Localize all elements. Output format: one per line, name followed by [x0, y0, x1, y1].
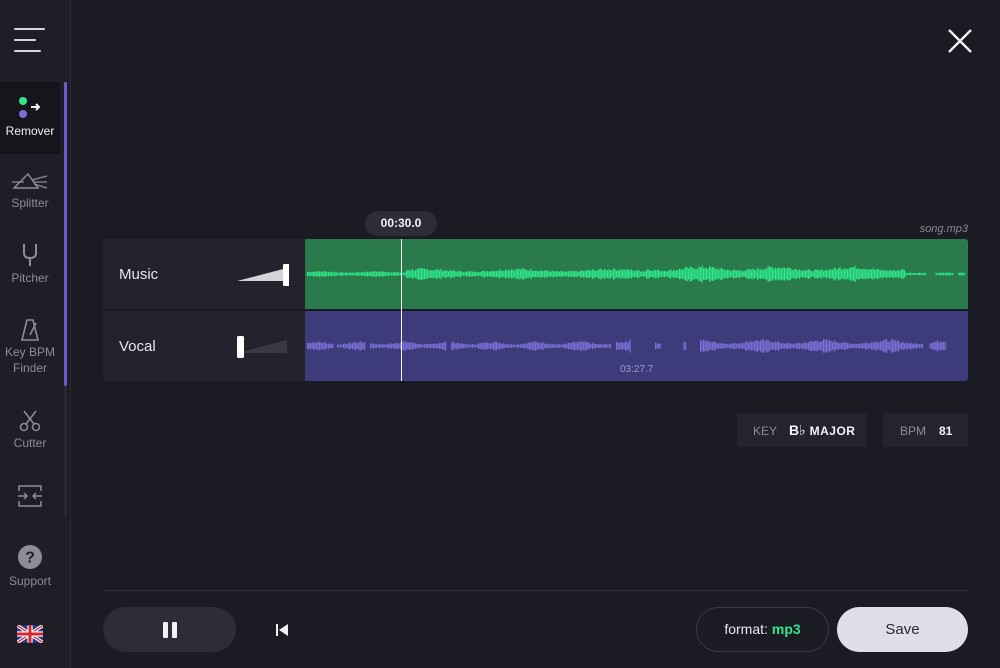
file-name: song.mp3: [919, 223, 968, 235]
sidebar-item-key-bpm-finder[interactable]: Key BPM Finder: [0, 318, 60, 380]
key-note: B♭: [789, 422, 806, 438]
track-music: Music: [103, 239, 305, 309]
svg-text:?: ?: [25, 550, 35, 567]
pause-button[interactable]: [103, 607, 236, 652]
sidebar-item-cutter[interactable]: Cutter: [0, 410, 60, 460]
divider: [103, 590, 968, 591]
support-label: Support: [8, 574, 52, 588]
key-label: KEY: [753, 424, 778, 438]
menu-icon[interactable]: [14, 26, 48, 56]
sidebar-item-label: Remover: [5, 124, 55, 138]
format-label: format:: [724, 621, 768, 637]
track-name: Vocal: [119, 338, 156, 355]
sidebar-item-label: Pitcher: [11, 271, 49, 285]
skip-to-start-icon[interactable]: [272, 620, 292, 640]
tuning-fork-icon: [23, 244, 37, 266]
sidebar-scrollbar[interactable]: [64, 82, 67, 386]
language-selector[interactable]: [0, 625, 60, 645]
join-icon: [18, 485, 42, 507]
track-name: Music: [119, 266, 159, 283]
sidebar-item-label: Cutter: [13, 436, 47, 450]
key-value: B♭ MAJOR: [789, 422, 855, 439]
sidebar-item-joiner[interactable]: [0, 484, 60, 510]
current-time-badge: 00:30.0: [365, 211, 437, 236]
track-vocal: Vocal: [103, 311, 305, 381]
sidebar-scroll-track: [64, 386, 67, 516]
playhead[interactable]: [401, 239, 403, 381]
format-selector[interactable]: format: mp3: [696, 607, 829, 652]
metronome-icon: [20, 319, 40, 341]
key-mode: MAJOR: [809, 424, 856, 438]
remover-icon: [19, 97, 41, 118]
sidebar: Remover Splitter Pitcher Key BPM Finder: [0, 0, 71, 668]
sidebar-item-pitcher[interactable]: Pitcher: [0, 243, 60, 293]
sidebar-item-remover[interactable]: Remover: [0, 82, 60, 154]
uk-flag-icon: [17, 625, 43, 643]
vocal-volume-slider[interactable]: [237, 335, 289, 359]
support-button[interactable]: ? Support: [0, 544, 60, 594]
track-panel: Music Vocal 03:27.7: [103, 239, 968, 381]
scissors-icon: [19, 410, 41, 432]
music-waveform-graph: [307, 265, 966, 283]
app-window: Remover Splitter Pitcher Key BPM Finder: [0, 0, 1000, 668]
sidebar-item-label: Key BPM Finder: [4, 345, 55, 375]
duration-label: 03:27.7: [620, 364, 654, 375]
prism-icon: [12, 172, 48, 189]
pause-icon: [163, 622, 168, 638]
close-icon[interactable]: [946, 27, 974, 55]
music-waveform[interactable]: [305, 239, 968, 309]
help-icon: ?: [18, 545, 42, 569]
bpm-display: BPM 81: [883, 413, 968, 447]
music-volume-slider[interactable]: [237, 263, 289, 287]
sidebar-item-label: Splitter: [11, 196, 49, 210]
bpm-label: BPM: [900, 424, 927, 438]
key-display: KEY B♭ MAJOR: [737, 413, 867, 447]
save-button[interactable]: Save: [837, 607, 968, 652]
sidebar-item-splitter[interactable]: Splitter: [0, 170, 60, 220]
bpm-value: 81: [939, 424, 953, 438]
format-value: mp3: [771, 621, 801, 637]
